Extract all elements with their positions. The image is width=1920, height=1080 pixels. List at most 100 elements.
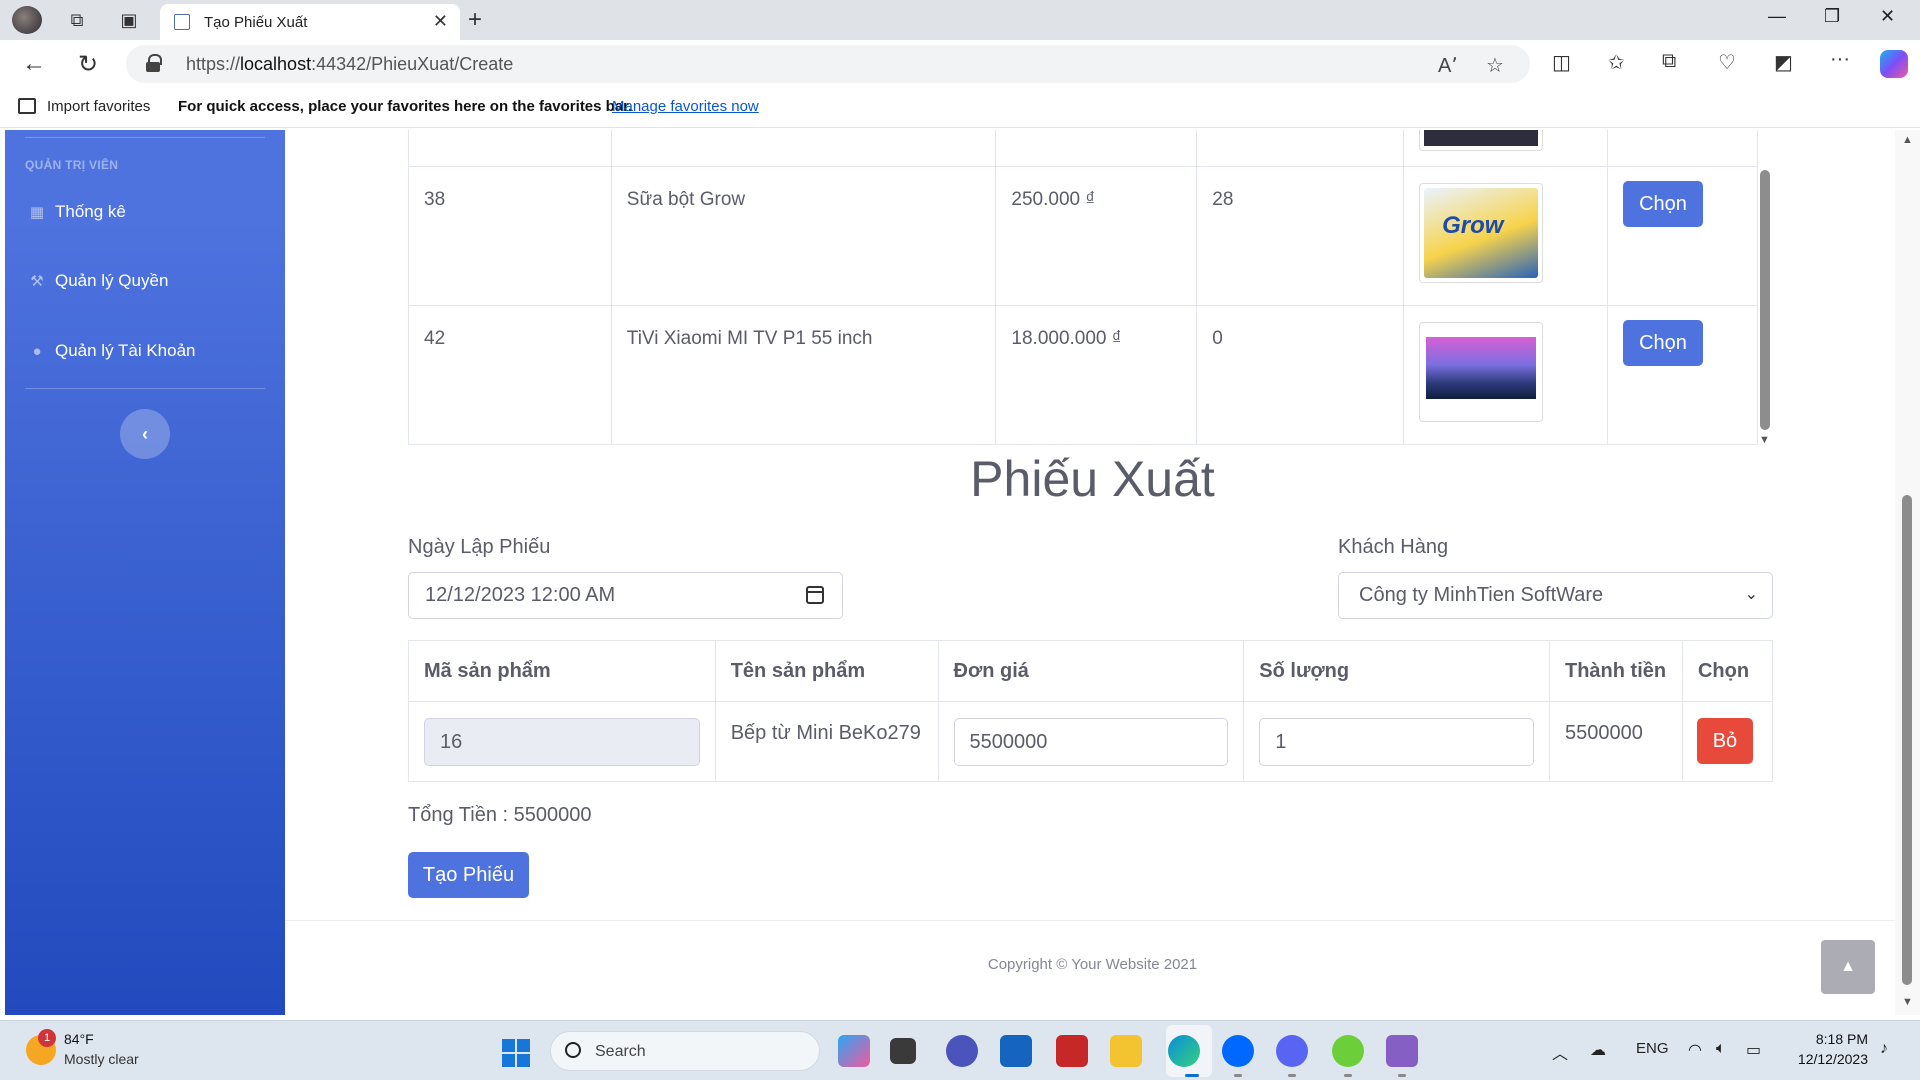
app-running-indicator: [1398, 1074, 1406, 1077]
calendar-icon[interactable]: [806, 586, 824, 604]
edge-app-icon[interactable]: [1168, 1035, 1200, 1067]
scroll-down-icon[interactable]: ▼: [1759, 434, 1770, 446]
close-window-icon[interactable]: ✕: [1880, 6, 1895, 27]
restore-window-icon[interactable]: ❐: [1824, 6, 1840, 27]
import-favorites-button[interactable]: Import favorites: [47, 98, 150, 115]
product-stock: 28: [1196, 166, 1405, 306]
url-text[interactable]: https://localhost:44342/PhieuXuat/Create: [186, 54, 513, 75]
weather-notification-badge: 1: [38, 1029, 56, 1047]
table-row: 42 TiVi Xiaomi MI TV P1 55 inch 18.000.0…: [408, 305, 1758, 445]
copilot-pre-app-icon[interactable]: [838, 1035, 870, 1067]
show-hidden-icons-icon[interactable]: ︿: [1552, 1040, 1568, 1064]
select-product-button[interactable]: Chọn: [1623, 320, 1704, 366]
date-label: Ngày Lập Phiếu: [408, 536, 551, 558]
product-image-brand-text: Grow: [1442, 212, 1504, 239]
customer-selected-value: Công ty MinhTien SoftWare: [1359, 584, 1604, 606]
scroll-down-icon[interactable]: ▼: [1902, 996, 1913, 1008]
windows-taskbar: 1 84°F Mostly clear Search ︿ ☁ ENG ◠ 🔈︎ …: [0, 1020, 1920, 1080]
favorites-icon[interactable]: ✩: [1608, 50, 1625, 75]
sidebar-toggle-button[interactable]: ‹: [120, 409, 170, 459]
sidebar-item-label: Quản lý Tài Khoản: [55, 341, 196, 360]
create-invoice-button[interactable]: Tạo Phiếu: [408, 852, 529, 898]
split-screen-icon[interactable]: ◫: [1552, 50, 1571, 75]
product-table: 38 Sữa bột Grow 250.000 ₫ 28 Grow Chọn 4…: [408, 130, 1758, 445]
scrollbar-thumb[interactable]: [1902, 495, 1912, 985]
office-app-icon[interactable]: [1056, 1035, 1088, 1067]
volume-icon[interactable]: 🔈︎: [1716, 1040, 1726, 1058]
column-header: Số lượng: [1243, 640, 1550, 702]
new-tab-icon[interactable]: +: [468, 6, 482, 34]
more-options-icon[interactable]: ···: [1830, 48, 1850, 71]
manage-favorites-link[interactable]: Manage favorites now: [612, 98, 759, 115]
favorite-star-icon[interactable]: ☆: [1486, 53, 1504, 78]
product-table-container[interactable]: 38 Sữa bột Grow 250.000 ₫ 28 Grow Chọn 4…: [408, 130, 1758, 455]
sidebar-item-thong-ke[interactable]: ▦ Thống kê: [25, 197, 126, 227]
page-title: Phiếu Xuất: [970, 451, 1215, 507]
chevron-up-icon: ▲: [1840, 958, 1856, 975]
profile-avatar[interactable]: [12, 6, 42, 34]
product-image: [1419, 322, 1544, 422]
wifi-icon[interactable]: ◠: [1688, 1040, 1702, 1060]
lock-icon[interactable]: [146, 54, 162, 72]
weather-description[interactable]: Mostly clear: [64, 1051, 139, 1067]
visual-studio-app-icon[interactable]: [1386, 1035, 1418, 1067]
product-price: 250.000 ₫: [995, 166, 1198, 306]
main-content: 38 Sữa bột Grow 250.000 ₫ 28 Grow Chọn 4…: [285, 130, 1900, 1015]
start-menu-icon[interactable]: [502, 1039, 530, 1067]
product-name: Sữa bột Grow: [610, 166, 997, 306]
clock-time[interactable]: 8:18 PM: [1808, 1031, 1868, 1047]
browser-tab-active[interactable]: Tạo Phiếu Xuất ✕: [160, 4, 460, 40]
clock-date[interactable]: 12/12/2023: [1786, 1051, 1868, 1067]
close-tab-icon[interactable]: ✕: [433, 11, 448, 32]
discord-app-icon[interactable]: [1276, 1035, 1308, 1067]
customer-select[interactable]: Công ty MinhTien SoftWare ⌄: [1338, 572, 1773, 619]
date-value: 12/12/2023 12:00 AM: [425, 584, 616, 606]
remove-item-button[interactable]: Bỏ: [1696, 718, 1753, 764]
page-scrollbar[interactable]: ▲ ▼: [1895, 130, 1920, 1015]
table-row: 16 Bếp từ Mini BeKo279 5500000 1 5500000…: [408, 701, 1774, 782]
favorites-bar: Import favorites For quick access, place…: [0, 88, 1920, 128]
quantity-input[interactable]: 1: [1259, 718, 1534, 766]
product-table-scrollbar[interactable]: ▼: [1757, 130, 1773, 455]
scroll-to-top-button[interactable]: ▲: [1821, 940, 1875, 994]
back-icon[interactable]: ←: [22, 50, 46, 78]
browser-address-bar: ← ↻ https://localhost:44342/PhieuXuat/Cr…: [0, 40, 1920, 88]
line-total-cell: 5500000: [1565, 722, 1643, 744]
refresh-icon[interactable]: ↻: [78, 50, 98, 79]
notification-bell-icon[interactable]: ♪: [1880, 1040, 1888, 1058]
weather-temperature[interactable]: 84°F: [64, 1031, 94, 1047]
mail-app-icon[interactable]: [1000, 1035, 1032, 1067]
sidebar-item-quan-ly-tai-khoan[interactable]: ● Quản lý Tài Khoản: [25, 336, 196, 366]
battery-icon[interactable]: ▭: [1746, 1040, 1761, 1060]
product-stock: 0: [1196, 305, 1405, 445]
vertical-tabs-icon[interactable]: ▣: [116, 8, 142, 32]
terminal-app-icon[interactable]: [890, 1038, 916, 1064]
sidebar-item-label: Quản lý Quyền: [55, 271, 169, 290]
language-indicator[interactable]: ENG: [1636, 1040, 1669, 1057]
date-input[interactable]: 12/12/2023 12:00 AM: [408, 572, 843, 619]
scrollbar-thumb[interactable]: [1760, 170, 1770, 430]
read-aloud-icon[interactable]: A՚: [1438, 53, 1458, 78]
taskbar-search-label: Search: [595, 1043, 646, 1060]
select-product-button[interactable]: Chọn: [1623, 181, 1704, 227]
teams-app-icon[interactable]: [946, 1035, 978, 1067]
url-field[interactable]: https://localhost:44342/PhieuXuat/Create…: [126, 45, 1530, 83]
minimize-window-icon[interactable]: —: [1768, 6, 1786, 27]
zalo-app-icon[interactable]: [1222, 1035, 1254, 1067]
footer-copyright: Copyright © Your Website 2021: [987, 956, 1198, 973]
onedrive-icon[interactable]: ☁: [1590, 1040, 1606, 1060]
unit-price-input[interactable]: 5500000: [953, 718, 1229, 766]
browser-essentials-icon[interactable]: ♡: [1718, 50, 1736, 75]
edge-bar-icon[interactable]: ◩: [1774, 50, 1793, 75]
collections-icon[interactable]: ⧉: [1662, 50, 1676, 73]
import-favorites-icon[interactable]: [18, 98, 36, 114]
order-table: Mã sản phẩm Tên sản phẩm Đơn giá Số lượn…: [408, 640, 1774, 782]
sidebar-item-quan-ly-quyen[interactable]: ⚒ Quản lý Quyền: [25, 266, 168, 296]
chrome-canary-app-icon[interactable]: [1332, 1035, 1364, 1067]
taskbar-search[interactable]: Search: [550, 1031, 820, 1071]
file-explorer-icon[interactable]: [1110, 1035, 1142, 1067]
column-header: Tên sản phẩm: [714, 640, 939, 702]
copilot-icon[interactable]: [1880, 50, 1908, 78]
scroll-up-icon[interactable]: ▲: [1902, 134, 1913, 146]
workspaces-icon[interactable]: ⧉: [64, 8, 90, 32]
